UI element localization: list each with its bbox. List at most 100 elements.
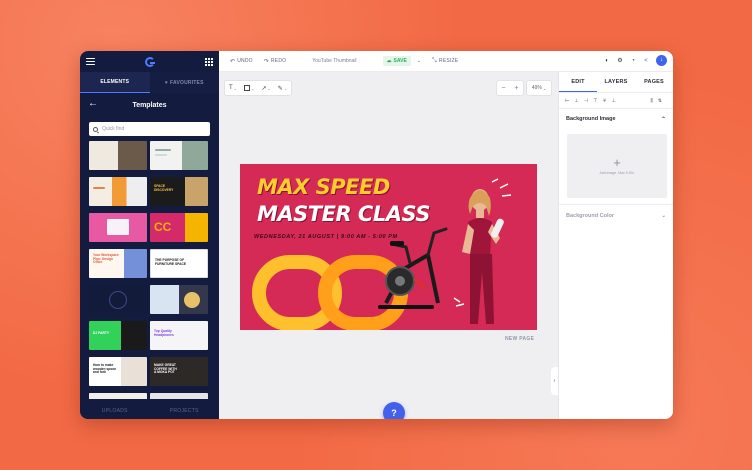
- redo-button[interactable]: ↷ REDO: [264, 58, 286, 65]
- chevron-down-icon: ⌄: [661, 213, 666, 219]
- align-center-icon[interactable]: ⊥: [574, 98, 578, 104]
- save-label: SAVE: [393, 58, 407, 64]
- history-icon[interactable]: ◔: [630, 58, 636, 64]
- template-text: Top Quality Headphones: [154, 329, 174, 337]
- background-image-section[interactable]: Background Image ⌃: [559, 109, 673, 129]
- template-thumbnail[interactable]: [89, 141, 147, 170]
- image-upload-dropzone[interactable]: + Add image. Max 5 Mb.: [567, 134, 667, 198]
- chevron-right-icon: ›: [553, 378, 556, 384]
- template-thumbnail[interactable]: THE PURPOSE OF FURNITURE SPACE: [150, 249, 208, 278]
- editor-window: ELEMENTS ♥ FAVOURITES ← Templates SP: [80, 51, 673, 419]
- template-thumbnail[interactable]: [150, 285, 208, 314]
- search-input[interactable]: [102, 126, 202, 132]
- tab-elements[interactable]: ELEMENTS: [80, 72, 150, 93]
- exercise-bike-image[interactable]: [370, 219, 456, 319]
- plus-icon[interactable]: +: [514, 85, 518, 92]
- background-color-section[interactable]: Background Color ⌄: [559, 205, 673, 227]
- element-toolbar: T ⌄ ⌄ ↗ ⌄ ✎ ⌄: [225, 81, 292, 95]
- apps-grid-icon[interactable]: [205, 57, 213, 66]
- template-thumbnail[interactable]: Top Quality Headphones: [150, 321, 208, 350]
- distribute-icon[interactable]: ⫼: [650, 98, 652, 104]
- template-thumbnail[interactable]: [89, 213, 147, 242]
- template-thumbnail[interactable]: How to make wooden spoon and fork: [89, 357, 147, 386]
- redo-label: REDO: [271, 58, 287, 64]
- left-panel-footer: UPLOADS PROJECTS: [80, 402, 219, 419]
- document-title[interactable]: YouTube Thumbnail: [312, 58, 356, 64]
- template-thumbnail[interactable]: DJ PARTY: [89, 321, 147, 350]
- design-page[interactable]: MAX SPEED MASTER CLASS WEDNESDAY, 21 AUG…: [240, 164, 537, 330]
- draw-tool[interactable]: ✎ ⌄: [278, 85, 287, 92]
- plus-icon: +: [613, 155, 621, 170]
- chevron-down-icon: ⌄: [542, 85, 547, 91]
- back-arrow-icon[interactable]: ←: [88, 99, 98, 109]
- zoom-level[interactable]: 49% ⌄: [527, 81, 551, 95]
- save-button[interactable]: ☁ SAVE: [382, 56, 411, 66]
- template-text: CC: [154, 220, 172, 234]
- panel-title: Templates: [132, 101, 167, 109]
- align-left-icon[interactable]: ⊢: [565, 98, 569, 104]
- shape-tool-icon: [244, 85, 251, 91]
- tab-edit[interactable]: EDIT: [559, 72, 597, 92]
- template-thumbnail[interactable]: SPACE DISCOVERY: [150, 177, 208, 206]
- section-title: Background Image: [566, 116, 616, 122]
- template-thumbnail[interactable]: MAKE GREAT COFFEE WITH A MOKA POT: [150, 357, 208, 386]
- undo-label: UNDO: [237, 58, 253, 64]
- template-thumbnail[interactable]: CC: [150, 213, 208, 242]
- line-tool[interactable]: ↗ ⌄: [261, 85, 270, 92]
- resize-icon: ⤡: [432, 57, 438, 64]
- spacing-icon[interactable]: ⇅: [658, 98, 662, 104]
- cloud-icon: ☁: [386, 58, 392, 64]
- tab-layers[interactable]: LAYERS: [597, 72, 635, 92]
- top-toolbar: ↶ UNDO ↷ REDO YouTube Thumbnail ☁ SAVE ⌄…: [219, 51, 673, 72]
- left-panel: ELEMENTS ♥ FAVOURITES ← Templates SP: [80, 51, 219, 419]
- projects-button[interactable]: PROJECTS: [150, 402, 220, 419]
- logo-icon[interactable]: [145, 56, 155, 67]
- heart-icon: ♥: [164, 79, 169, 86]
- download-button[interactable]: ↓: [656, 55, 667, 66]
- headline-line-1[interactable]: MAX SPEED: [257, 175, 390, 199]
- template-thumbnail[interactable]: Your Workspace Plan: Design Office: [89, 249, 147, 278]
- dark-mode-icon[interactable]: ◐: [604, 58, 610, 64]
- line-tool-icon: ↗: [261, 85, 267, 92]
- right-panel-tabs: EDIT LAYERS PAGES: [559, 72, 673, 93]
- align-middle-icon[interactable]: ∓: [602, 98, 606, 104]
- tab-favourites[interactable]: ♥ FAVOURITES: [149, 72, 219, 93]
- tab-pages[interactable]: PAGES: [635, 72, 673, 92]
- minus-icon[interactable]: −: [501, 85, 505, 92]
- help-button[interactable]: ?: [383, 402, 405, 419]
- uploads-button[interactable]: UPLOADS: [80, 402, 150, 419]
- template-thumbnail[interactable]: [150, 393, 208, 399]
- collapse-right-panel-button[interactable]: ›: [551, 367, 558, 395]
- align-right-icon[interactable]: ⊣: [584, 98, 588, 104]
- left-panel-tabs: ELEMENTS ♥ FAVOURITES: [80, 72, 219, 93]
- resize-label: RESIZE: [439, 58, 459, 64]
- text-tool[interactable]: T ⌄: [229, 85, 237, 91]
- template-text: MAKE GREAT COFFEE WITH A MOKA POT: [154, 363, 177, 375]
- align-bottom-icon[interactable]: ⊥: [612, 98, 616, 104]
- new-page-button[interactable]: NEW PAGE: [505, 336, 534, 342]
- shape-tool[interactable]: ⌄: [244, 85, 254, 91]
- undo-icon: ↶: [230, 58, 236, 65]
- draw-tool-icon: ✎: [277, 85, 283, 92]
- align-top-icon[interactable]: ⊤: [593, 98, 597, 104]
- template-thumbnail[interactable]: [89, 393, 147, 399]
- chevron-up-icon: ⌃: [660, 116, 666, 123]
- chevron-down-icon[interactable]: ⌄: [417, 58, 421, 64]
- share-icon[interactable]: <: [643, 58, 649, 64]
- template-text: DJ PARTY: [93, 331, 110, 335]
- zoom-controls: − + 49% ⌄: [497, 81, 551, 95]
- canvas-area: T ⌄ ⌄ ↗ ⌄ ✎ ⌄ − + 49% ⌄ MAX SPEED MASTER CL…: [219, 72, 558, 419]
- template-thumbnail[interactable]: [89, 177, 147, 206]
- topbar-actions: ◐ ⚙ ◔ < ↓: [597, 55, 667, 66]
- undo-button[interactable]: ↶ UNDO: [230, 58, 253, 65]
- template-grid: SPACE DISCOVERY CC Your Workspace Plan: …: [89, 141, 210, 399]
- template-thumbnail[interactable]: [89, 285, 147, 314]
- section-title: Background Color: [566, 213, 614, 219]
- athlete-photo[interactable]: [450, 178, 514, 330]
- resize-button[interactable]: ⤡ RESIZE: [432, 58, 458, 65]
- settings-icon[interactable]: ⚙: [617, 58, 623, 64]
- template-search[interactable]: [89, 122, 210, 136]
- left-panel-header: [80, 51, 219, 72]
- hamburger-icon[interactable]: [86, 58, 95, 65]
- template-thumbnail[interactable]: [150, 141, 208, 170]
